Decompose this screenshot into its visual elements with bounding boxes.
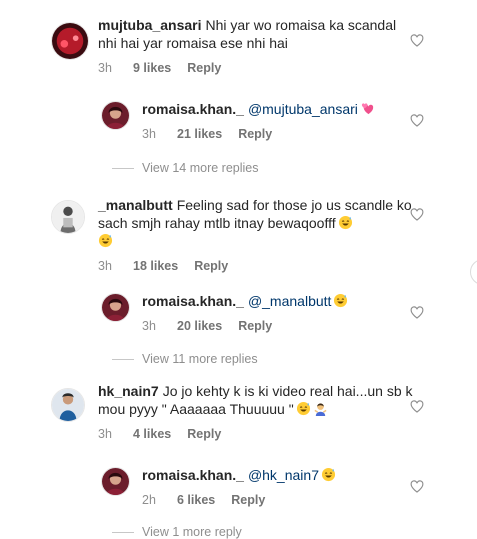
avatar[interactable] [101,467,130,496]
view-more-replies[interactable]: View 1 more reply [112,525,242,539]
comment-meta: 3h 21 likes Reply [142,127,413,141]
divider-line [112,358,134,360]
reply-button[interactable]: Reply [231,493,265,507]
smiling-sweat-emoji-icon [334,293,348,308]
smiling-sweat-emoji-icon [98,233,113,248]
comment-meta: 3h 4 likes Reply [98,427,413,441]
comment-text: romaisa.khan._ @_manalbutt [142,292,413,310]
divider-line [112,167,134,169]
scroll-indicator[interactable] [470,259,477,285]
comment-meta: 3h 9 likes Reply [98,61,413,75]
comment-text: hk_nain7 Jo jo kehty k is ki video real h… [98,382,413,418]
comment-time: 3h [142,319,156,333]
avatar[interactable] [101,101,130,130]
comment-text: romaisa.khan._ @mujtuba_ansari [142,100,413,118]
mention-link[interactable]: @mujtuba_ansari [248,101,358,117]
reply-button[interactable]: Reply [187,61,221,75]
heart-icon[interactable] [410,114,424,127]
comment-meta: 3h 20 likes Reply [142,319,413,333]
comment-username[interactable]: hk_nain7 [98,383,159,399]
comment-meta: 3h 18 likes Reply [98,259,413,273]
view-more-replies[interactable]: View 14 more replies [112,161,259,175]
comment-username[interactable]: _manalbutt [98,197,173,213]
view-more-replies[interactable]: View 11 more replies [112,352,258,366]
reply-button[interactable]: Reply [238,319,272,333]
divider-line [112,531,134,533]
two-hearts-icon [361,103,374,115]
comment-username[interactable]: romaisa.khan._ [142,467,244,483]
comment-thread: mujtuba_ansari Nhi yar wo romaisa ka scan… [0,0,477,539]
heart-icon[interactable] [410,306,424,319]
likes-count[interactable]: 9 likes [133,61,171,75]
comment-username[interactable]: romaisa.khan._ [142,101,244,117]
comment-meta: 2h 6 likes Reply [142,493,413,507]
avatar[interactable] [101,293,130,322]
reply-button[interactable]: Reply [187,427,221,441]
likes-count[interactable]: 21 likes [177,127,222,141]
smiling-sweat-emoji-icon [296,401,310,416]
reply-button[interactable]: Reply [238,127,272,141]
comment-time: 2h [142,493,156,507]
comment-time: 3h [142,127,156,141]
likes-count[interactable]: 18 likes [133,259,178,273]
comment-username[interactable]: mujtuba_ansari [98,17,201,33]
reply-button[interactable]: Reply [194,259,228,273]
heart-icon[interactable] [410,400,424,413]
likes-count[interactable]: 20 likes [177,319,222,333]
avatar[interactable] [51,388,85,422]
mention-link[interactable]: @hk_nain7 [248,467,319,483]
comment-text: _manalbutt Feeling sad for those jo us sc… [98,196,413,250]
smiling-sweat-emoji-icon [338,215,352,230]
view-more-label[interactable]: View 14 more replies [142,161,259,175]
view-more-label[interactable]: View 11 more replies [142,352,258,366]
avatar[interactable] [51,200,85,234]
comment-text: romaisa.khan._ @hk_nain7 [142,466,413,484]
comment-time: 3h [98,427,112,441]
heart-icon[interactable] [410,208,424,221]
mention-link[interactable]: @_manalbutt [248,293,331,309]
heart-icon[interactable] [410,34,424,47]
comment-username[interactable]: romaisa.khan._ [142,293,244,309]
comment-time: 3h [98,259,112,273]
likes-count[interactable]: 6 likes [177,493,215,507]
person-gesturing-emoji-icon [314,403,327,416]
likes-count[interactable]: 4 likes [133,427,171,441]
view-more-label[interactable]: View 1 more reply [142,525,242,539]
comment-time: 3h [98,61,112,75]
comment-text: mujtuba_ansari Nhi yar wo romaisa ka scan… [98,16,413,52]
smiling-sweat-emoji-icon [321,467,336,482]
heart-icon[interactable] [410,480,424,493]
avatar[interactable] [51,22,89,60]
